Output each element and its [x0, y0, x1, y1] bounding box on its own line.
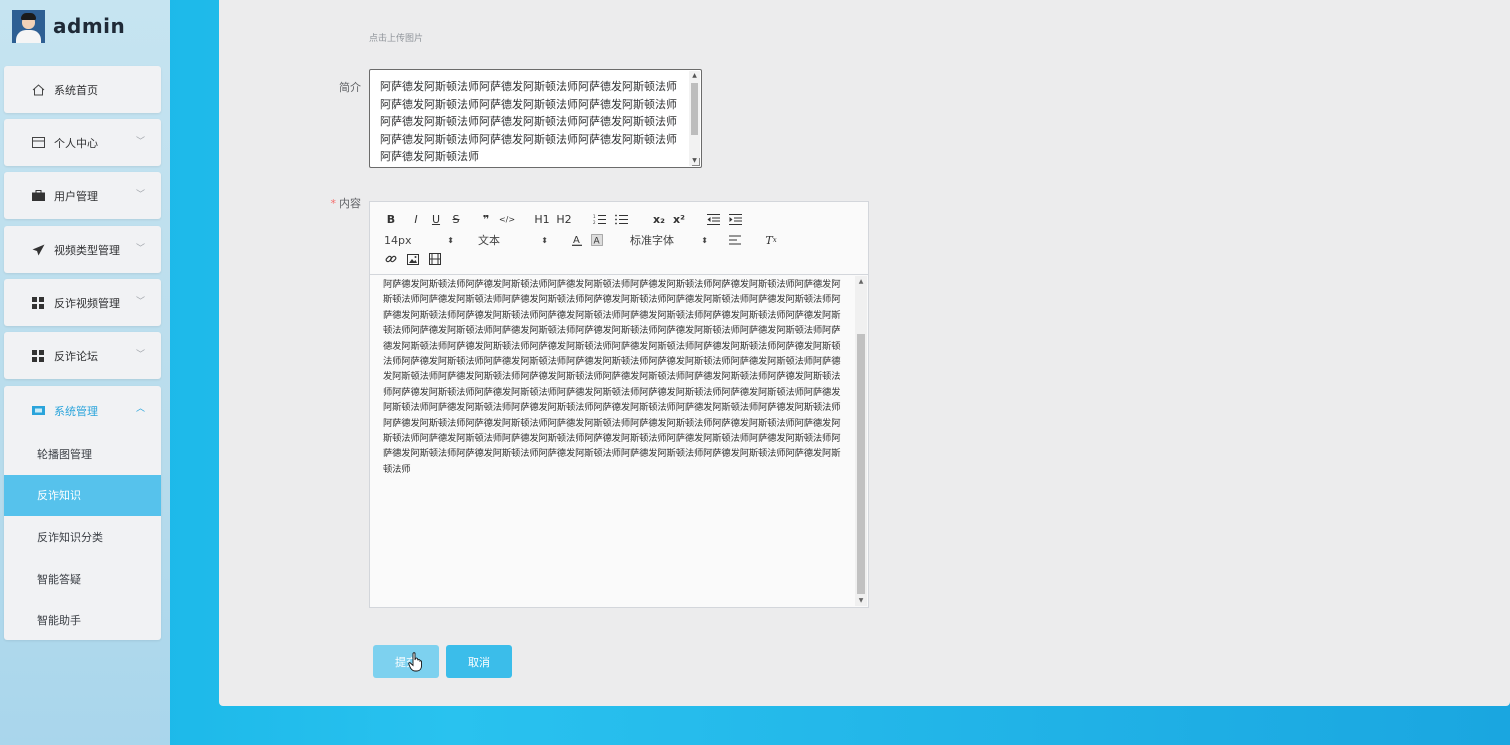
upload-hint[interactable]: 点击上传图片: [369, 31, 423, 44]
content-label: * 内容: [330, 197, 362, 210]
sidebar-item-fraud-video-management[interactable]: 反诈视频管理 ﹀: [4, 279, 161, 326]
ordered-list-icon[interactable]: 12: [591, 212, 607, 226]
sidebar-item-label: 反诈论坛: [54, 349, 98, 363]
sidebar-item-home[interactable]: 系统首页: [4, 66, 161, 113]
code-block-button[interactable]: </>: [499, 212, 515, 226]
underline-button[interactable]: U: [429, 212, 443, 226]
editor-scrollbar[interactable]: ▲ ▼: [855, 276, 867, 606]
select-arrow-icon: ⬍: [541, 235, 548, 245]
select-arrow-icon: ⬍: [701, 235, 708, 245]
chevron-down-icon: ﹀: [135, 297, 145, 307]
indent-icon[interactable]: [727, 212, 743, 226]
text-color-icon[interactable]: A: [570, 233, 584, 247]
font-size-select[interactable]: 14px ⬍: [384, 234, 454, 247]
editor-toolbar: B I U S ❞ </> H1 H2 12 x₂ x² 14px ⬍ 文本 ⬍…: [370, 202, 868, 275]
rich-text-editor[interactable]: B I U S ❞ </> H1 H2 12 x₂ x² 14px ⬍ 文本 ⬍…: [369, 201, 869, 608]
outdent-icon[interactable]: [705, 212, 721, 226]
sidebar-item-label: 系统首页: [54, 83, 98, 97]
sidebar-item-label: 系统管理: [54, 405, 98, 418]
chevron-down-icon: ﹀: [135, 350, 145, 360]
blockquote-button[interactable]: ❞: [479, 212, 493, 226]
sidebar-item-label: 个人中心: [54, 136, 98, 150]
grid-icon: [30, 349, 46, 363]
sidebar-item-video-type-management[interactable]: 视频类型管理 ﹀: [4, 226, 161, 273]
chevron-down-icon: ﹀: [135, 137, 145, 147]
sidebar-item-system-management[interactable]: 系统管理 ︿ 轮播图管理 反诈知识 反诈知识分类 智能答疑 智能助手: [4, 386, 161, 640]
image-icon[interactable]: [406, 252, 420, 266]
subscript-button[interactable]: x₂: [651, 212, 667, 226]
briefcase-icon: [30, 189, 46, 203]
chevron-up-icon: ︿: [135, 404, 145, 414]
editor-text: 阿萨德发阿斯顿法师阿萨德发阿斯顿法师阿萨德发阿斯顿法师阿萨德发阿斯顿法师阿萨德发…: [383, 279, 841, 475]
sidebar: admin 系统首页 个人中心 ﹀ 用户管理 ﹀ 视频类型管理 ﹀ 反诈视频管理…: [0, 0, 170, 745]
sidebar-item-personal-center[interactable]: 个人中心 ﹀: [4, 119, 161, 166]
grid-icon: [30, 296, 46, 310]
bullet-list-icon[interactable]: [613, 212, 629, 226]
summary-scrollbar[interactable]: ▲ ▼: [689, 71, 700, 166]
home-icon: [30, 83, 46, 97]
paper-plane-icon: [30, 243, 46, 257]
strike-button[interactable]: S: [449, 212, 463, 226]
sidebar-item-fraud-forum[interactable]: 反诈论坛 ﹀: [4, 332, 161, 379]
submenu-item-knowledge-category[interactable]: 反诈知识分类: [4, 516, 161, 558]
cancel-button[interactable]: 取消: [446, 645, 512, 678]
block-type-select[interactable]: 文本 ⬍: [478, 232, 548, 248]
scroll-up-icon[interactable]: ▲: [855, 278, 867, 285]
submenu-item-smart-assistant[interactable]: 智能助手: [4, 599, 161, 641]
resize-handle[interactable]: [692, 158, 700, 166]
id-card-icon: [30, 136, 46, 150]
video-icon[interactable]: [428, 252, 442, 266]
main-panel: 点击上传图片 简介 阿萨德发阿斯顿法师阿萨德发阿斯顿法师阿萨德发阿斯顿法师阿萨德…: [219, 0, 1510, 706]
font-family-select[interactable]: 标准字体 ⬍: [630, 232, 708, 248]
system-icon: [30, 403, 46, 417]
clear-format-icon[interactable]: Tx: [764, 233, 778, 247]
heading2-button[interactable]: H2: [555, 212, 573, 226]
heading1-button[interactable]: H1: [533, 212, 551, 226]
system-submenu: 轮播图管理 反诈知识 反诈知识分类 智能答疑 智能助手: [4, 433, 161, 641]
submit-button[interactable]: 提交: [373, 645, 439, 678]
summary-text: 阿萨德发阿斯顿法师阿萨德发阿斯顿法师阿萨德发阿斯顿法师阿萨德发阿斯顿法师阿萨德发…: [380, 80, 677, 163]
sidebar-item-user-management[interactable]: 用户管理 ﹀: [4, 172, 161, 219]
chevron-down-icon: ﹀: [135, 190, 145, 200]
chevron-down-icon: ﹀: [135, 244, 145, 254]
italic-button[interactable]: I: [409, 212, 423, 226]
submenu-item-fraud-knowledge[interactable]: 反诈知识: [4, 474, 161, 517]
background-color-icon[interactable]: A: [590, 233, 604, 247]
link-icon[interactable]: [384, 252, 398, 266]
scroll-up-icon[interactable]: ▲: [689, 72, 700, 80]
superscript-button[interactable]: x²: [671, 212, 687, 226]
align-icon[interactable]: [728, 233, 742, 247]
avatar[interactable]: [12, 9, 45, 43]
bold-button[interactable]: B: [384, 212, 398, 226]
summary-textarea[interactable]: 阿萨德发阿斯顿法师阿萨德发阿斯顿法师阿萨德发阿斯顿法师阿萨德发阿斯顿法师阿萨德发…: [369, 69, 702, 168]
brand: admin: [12, 8, 125, 44]
sidebar-item-label: 用户管理: [54, 189, 98, 203]
submenu-item-carousel[interactable]: 轮播图管理: [4, 433, 161, 475]
svg-text:A: A: [594, 237, 601, 247]
svg-text:1: 1: [593, 214, 596, 219]
user-name: admin: [53, 14, 126, 38]
sidebar-item-label: 视频类型管理: [54, 243, 120, 257]
submenu-item-smart-qa[interactable]: 智能答疑: [4, 558, 161, 600]
select-arrow-icon: ⬍: [447, 235, 454, 245]
hand-cursor-icon: [408, 652, 422, 672]
summary-label: 简介: [339, 81, 361, 94]
editor-content[interactable]: 阿萨德发阿斯顿法师阿萨德发阿斯顿法师阿萨德发阿斯顿法师阿萨德发阿斯顿法师阿萨德发…: [370, 276, 868, 607]
scroll-down-icon[interactable]: ▼: [855, 597, 867, 604]
svg-text:A: A: [573, 235, 580, 246]
svg-text:2: 2: [593, 220, 596, 225]
sidebar-item-label: 反诈视频管理: [54, 296, 120, 310]
required-mark: *: [330, 197, 337, 210]
